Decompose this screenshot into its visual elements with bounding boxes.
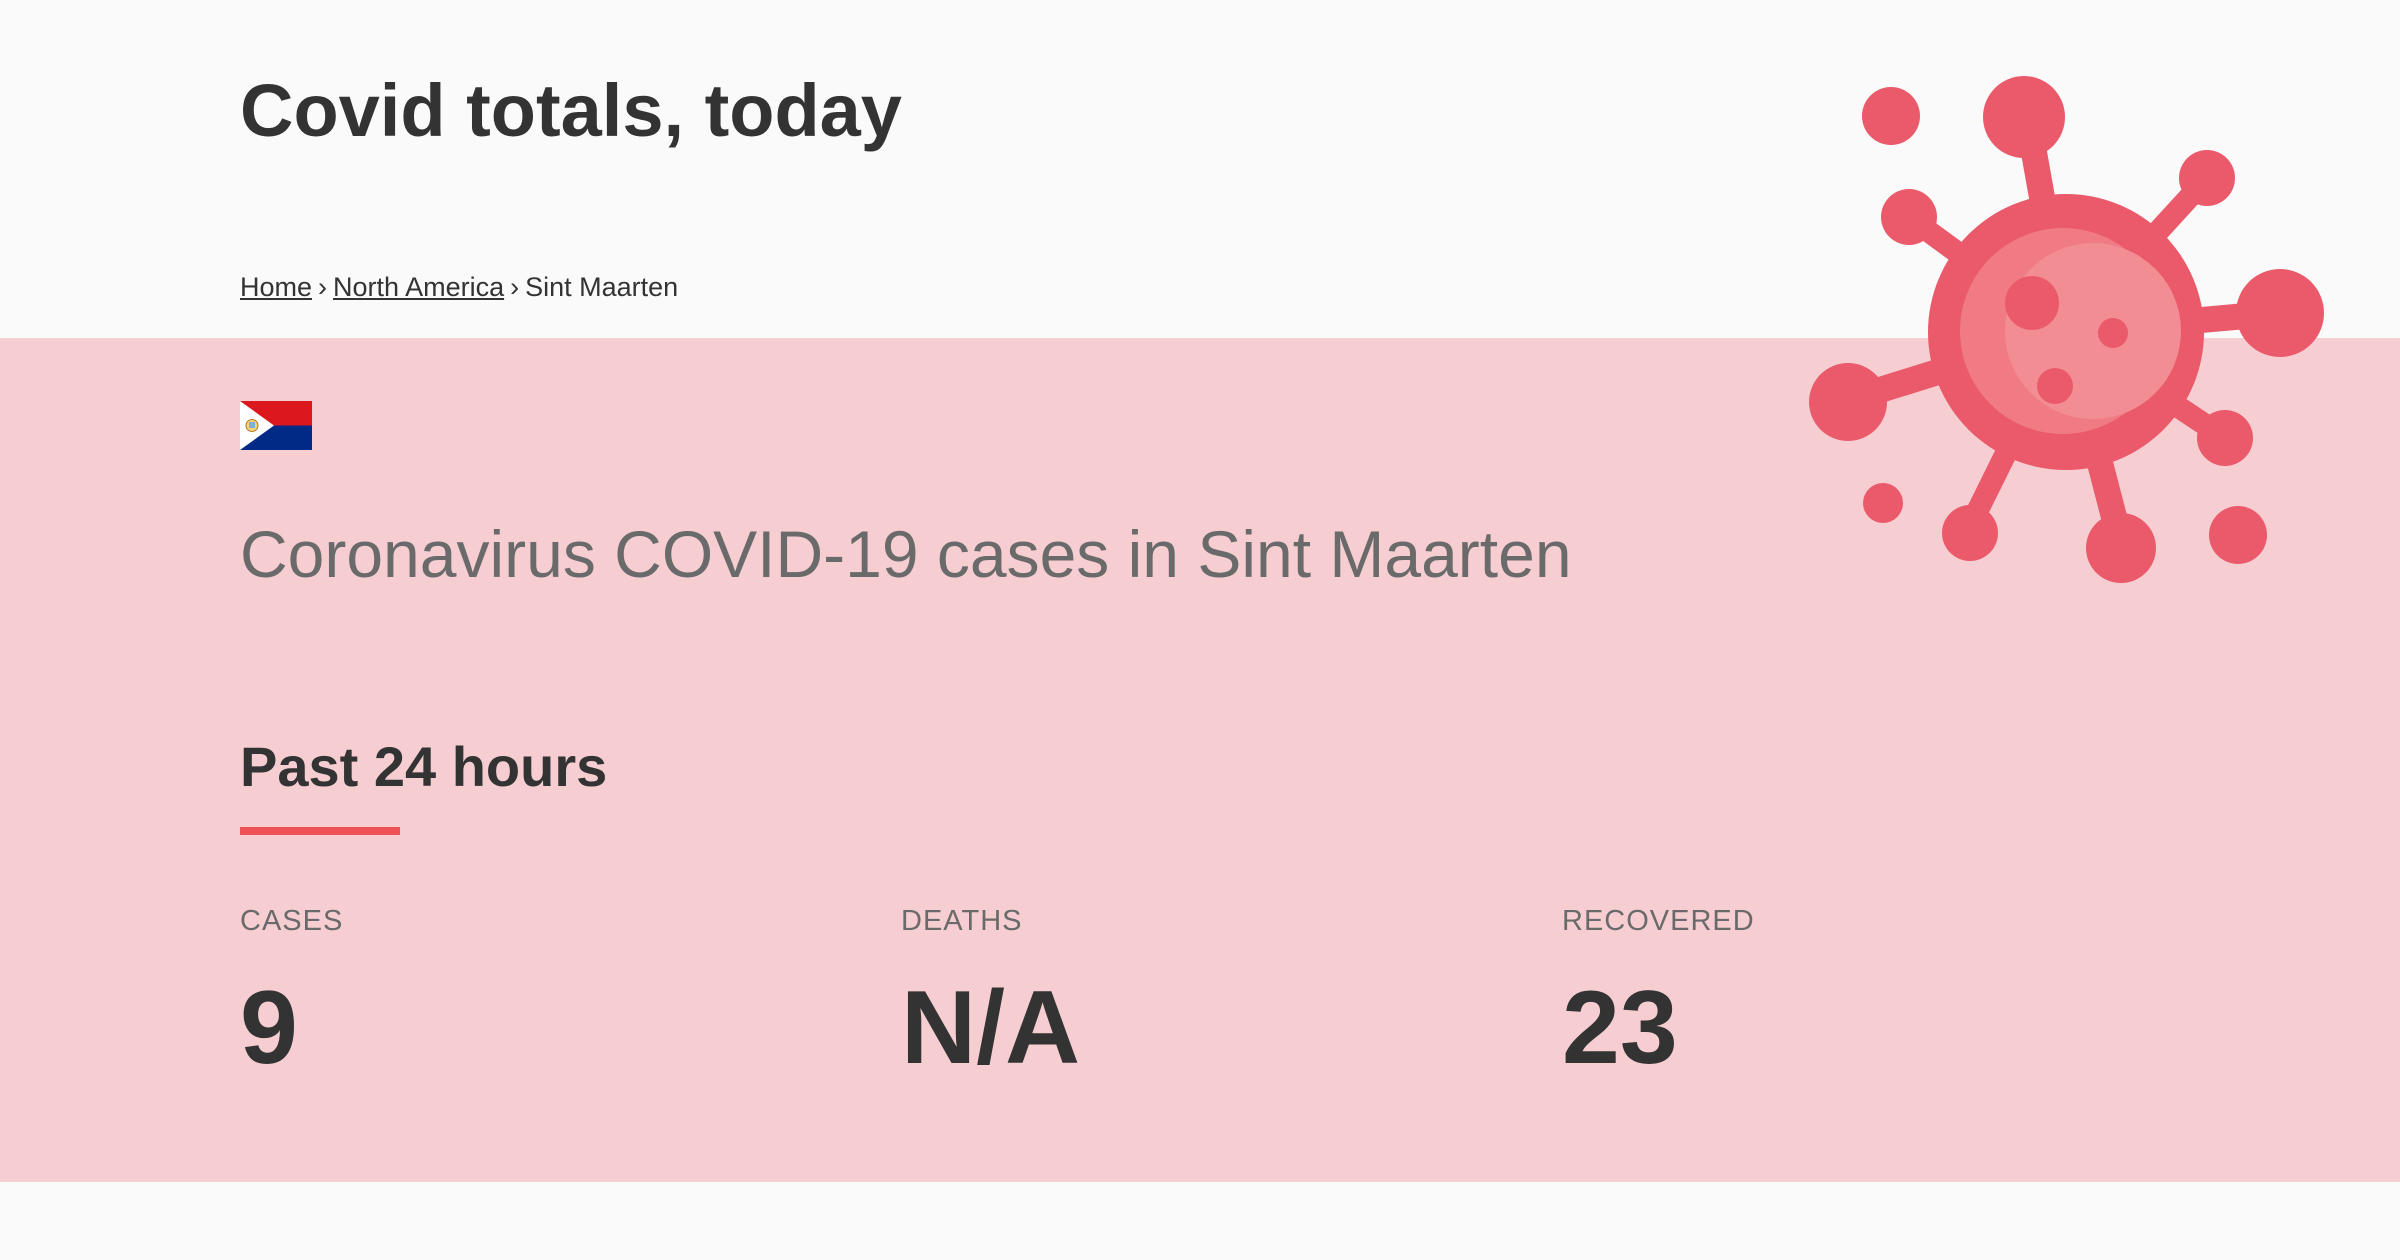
stat-cases-label: CASES (240, 905, 344, 937)
title-underline (240, 827, 400, 835)
site-title[interactable]: Covid totals, today (240, 74, 902, 148)
breadcrumb-separator: › (318, 272, 328, 302)
breadcrumb-current: Sint Maarten (525, 272, 679, 302)
period-title: Past 24 hours (240, 735, 608, 798)
country-heading: Coronavirus COVID-19 cases in Sint Maart… (240, 517, 1572, 591)
stat-cases: CASES 9 (240, 905, 343, 1080)
breadcrumb-separator: › (510, 272, 520, 302)
stat-deaths-label: DEATHS (901, 905, 1023, 937)
breadcrumb-home-link[interactable]: Home (240, 272, 312, 302)
stat-recovered-label: RECOVERED (1562, 905, 1755, 937)
sint-maarten-flag-icon (240, 401, 312, 450)
stat-cases-value: 9 (240, 970, 298, 1086)
breadcrumb-north-america-link[interactable]: North America (333, 272, 504, 302)
stat-recovered: RECOVERED 23 (1562, 905, 1755, 1080)
stat-recovered-value: 23 (1562, 970, 1678, 1086)
stat-deaths-value: N/A (901, 970, 1081, 1086)
breadcrumb: Home › North America › Sint Maarten (240, 272, 678, 303)
stat-deaths: DEATHS N/A (901, 905, 1080, 1080)
virus-icon (1809, 76, 2324, 583)
